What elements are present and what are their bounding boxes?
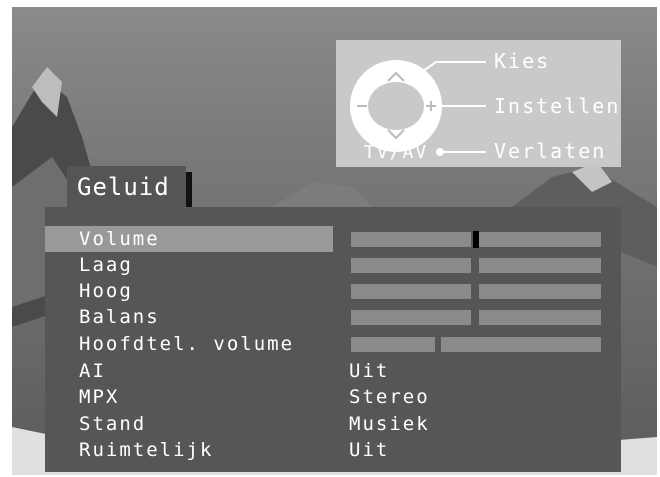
volume-bar-left bbox=[351, 232, 471, 247]
menu-item-label: Ruimtelijk bbox=[79, 439, 214, 461]
menu-item-label: Hoog bbox=[79, 280, 133, 302]
tv-screen: Kies Instellen Verlaten TV/AV Geluid Vol… bbox=[12, 7, 657, 475]
balance-bar-left bbox=[351, 310, 471, 325]
menu-item-ai[interactable]: AI Uit bbox=[45, 358, 621, 384]
menu-item-headphone-volume[interactable]: Hoofdtel. volume bbox=[45, 331, 621, 357]
menu-item-bass[interactable]: Laag bbox=[45, 252, 621, 278]
balance-bar-right bbox=[479, 310, 601, 325]
menu-item-mode[interactable]: Stand Musiek bbox=[45, 411, 621, 437]
menu-item-value: Uit bbox=[349, 439, 390, 461]
headphone-bar-left bbox=[351, 337, 435, 352]
menu-item-spatial[interactable]: Ruimtelijk Uit bbox=[45, 437, 621, 463]
bass-bar-left bbox=[351, 258, 471, 273]
menu-item-label: Balans bbox=[79, 306, 160, 328]
menu-item-mpx[interactable]: MPX Stereo bbox=[45, 384, 621, 410]
menu-item-label: MPX bbox=[79, 386, 120, 408]
exit-label: Verlaten bbox=[494, 139, 607, 163]
menu-item-label: Laag bbox=[79, 254, 133, 276]
bass-bar-right bbox=[479, 258, 601, 273]
menu-item-label: AI bbox=[79, 360, 106, 382]
menu-item-balance[interactable]: Balans bbox=[45, 304, 621, 330]
sound-menu-panel: Volume Laag Hoog Balans Hoofdtel. volume… bbox=[45, 207, 621, 472]
menu-item-value: Stereo bbox=[349, 386, 430, 408]
menu-item-treble[interactable]: Hoog bbox=[45, 278, 621, 304]
menu-title: Geluid bbox=[67, 166, 186, 209]
remote-legend: Kies Instellen Verlaten TV/AV bbox=[336, 40, 621, 167]
volume-slider-marker[interactable] bbox=[473, 231, 479, 248]
menu-item-label: Hoofdtel. volume bbox=[79, 333, 295, 355]
select-label: Kies bbox=[494, 49, 551, 73]
headphone-bar-right bbox=[441, 337, 601, 352]
menu-item-volume[interactable]: Volume bbox=[45, 226, 621, 252]
adjust-label: Instellen bbox=[494, 94, 621, 118]
treble-bar-right bbox=[479, 284, 601, 299]
tvav-label: TV/AV bbox=[364, 142, 429, 163]
volume-bar-right bbox=[479, 232, 601, 247]
menu-item-value: Uit bbox=[349, 360, 390, 382]
menu-item-value: Musiek bbox=[349, 413, 430, 435]
menu-item-label: Stand bbox=[79, 413, 147, 435]
treble-bar-left bbox=[351, 284, 471, 299]
menu-item-label: Volume bbox=[79, 228, 160, 250]
